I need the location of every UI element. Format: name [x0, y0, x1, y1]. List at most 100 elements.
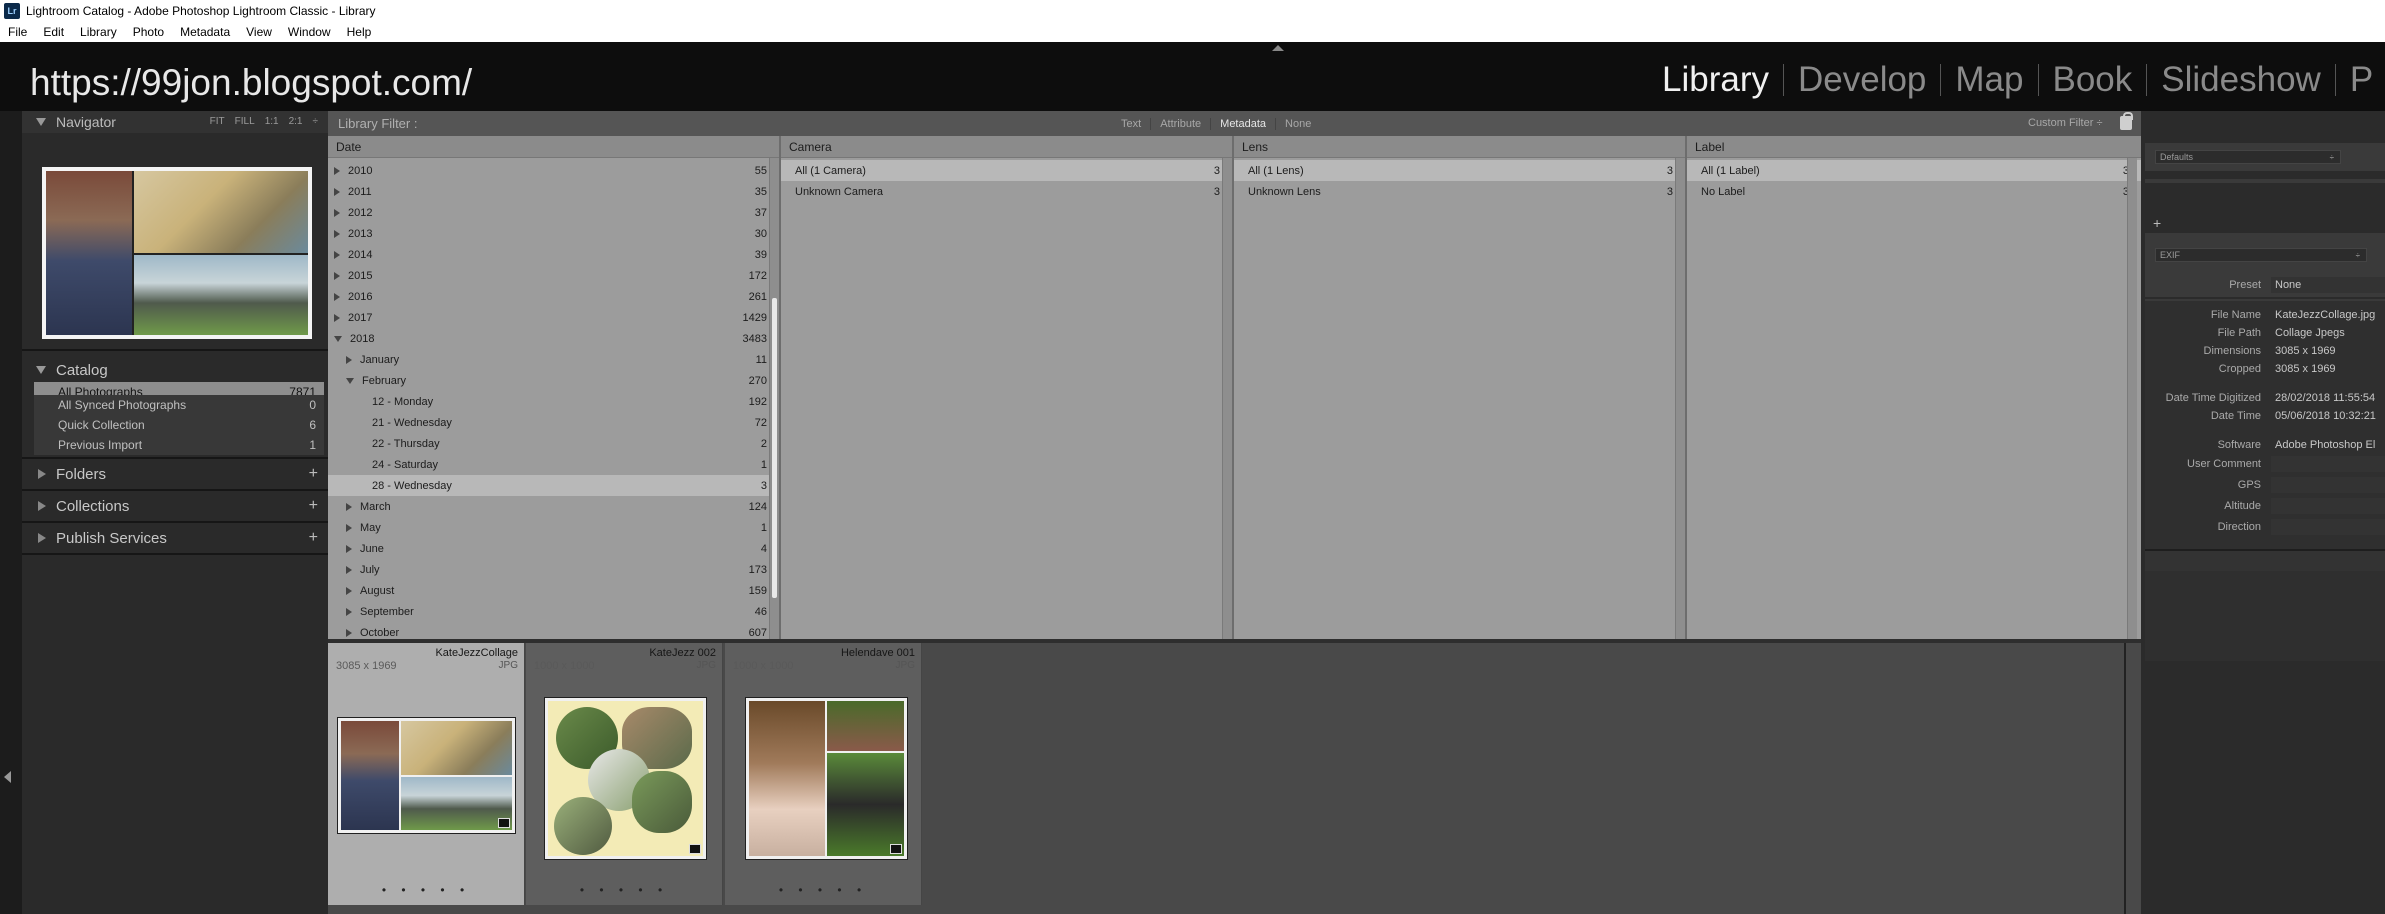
date-row[interactable]: January 11 [328, 349, 779, 370]
collections-header[interactable]: Collections + [22, 491, 328, 521]
meta-value[interactable] [2271, 477, 2385, 493]
label-column-scrollbar[interactable] [2127, 158, 2137, 639]
camera-column-scrollbar[interactable] [1222, 158, 1232, 639]
filter-tab-none[interactable]: None [1275, 117, 1320, 130]
catalog-item-previous-import[interactable]: Previous Import 1 [34, 435, 324, 455]
rating-dots[interactable]: • • • • • [328, 883, 524, 897]
grid-cell[interactable]: KateJezz 002 1000 x 1000 JPG • • • • • [526, 643, 723, 905]
collapsed-triangle-icon[interactable] [334, 166, 340, 175]
meta-value[interactable]: Collage Jpegs [2271, 325, 2385, 341]
preset-dropdown[interactable]: None [2271, 277, 2385, 293]
module-book[interactable]: Book [2053, 60, 2133, 100]
label-row-no-label[interactable]: No Label 3 [1687, 181, 2141, 202]
lens-row-all[interactable]: All (1 Lens) 3 [1234, 160, 1685, 181]
menu-view[interactable]: View [246, 25, 272, 39]
zoom-1-1[interactable]: 1:1 [265, 116, 279, 127]
scroll-thumb[interactable] [772, 298, 777, 598]
date-row[interactable]: 2015 172 [328, 265, 779, 286]
camera-row-unknown[interactable]: Unknown Camera 3 [781, 181, 1232, 202]
date-row[interactable]: February 270 [328, 370, 779, 391]
date-row[interactable]: October 607 [328, 622, 779, 639]
menu-photo[interactable]: Photo [133, 25, 164, 39]
folders-header[interactable]: Folders + [22, 459, 328, 489]
date-row[interactable]: 2011 35 [328, 181, 779, 202]
collapsed-triangle-icon[interactable] [334, 187, 340, 196]
menu-library[interactable]: Library [80, 25, 117, 39]
zoom-2-1[interactable]: 2:1 [289, 116, 303, 127]
filter-tab-attribute[interactable]: Attribute [1150, 117, 1210, 130]
exif-dropdown[interactable]: EXIF ÷ [2155, 248, 2367, 262]
collapsed-triangle-icon[interactable] [346, 502, 352, 511]
zoom-stepper-icon[interactable]: ÷ [313, 116, 319, 127]
expanded-triangle-icon[interactable] [346, 377, 354, 384]
collapsed-triangle-icon[interactable] [334, 292, 340, 301]
publish-services-header[interactable]: Publish Services + [22, 523, 328, 553]
add-publish-service-icon[interactable]: + [309, 529, 318, 547]
lens-column-header[interactable]: Lens [1234, 136, 1685, 158]
collapsed-triangle-icon[interactable] [346, 355, 352, 364]
date-column-header[interactable]: Date [328, 136, 779, 158]
collapsed-triangle-icon[interactable] [346, 628, 352, 637]
date-row[interactable]: March 124 [328, 496, 779, 517]
menu-edit[interactable]: Edit [43, 25, 64, 39]
thumbnail[interactable] [337, 717, 516, 834]
add-collection-icon[interactable]: + [309, 497, 318, 515]
defaults-dropdown[interactable]: Defaults ÷ [2155, 150, 2341, 164]
grid-cell[interactable]: Helendave 001 1000 x 1000 JPG • • • • • [725, 643, 922, 905]
rating-dots[interactable]: • • • • • [725, 883, 921, 897]
date-row[interactable]: August 159 [328, 580, 779, 601]
module-library[interactable]: Library [1662, 60, 1769, 100]
date-row[interactable]: 12 - Monday 192 [328, 391, 779, 412]
zoom-fill[interactable]: FILL [235, 116, 255, 127]
lens-column-scrollbar[interactable] [1675, 158, 1685, 639]
collapsed-triangle-icon[interactable] [334, 250, 340, 259]
filter-tab-text[interactable]: Text [1112, 118, 1150, 130]
collapsed-triangle-icon[interactable] [346, 586, 352, 595]
menu-metadata[interactable]: Metadata [180, 25, 230, 39]
thumbnail[interactable] [544, 697, 707, 860]
date-row[interactable]: 2016 261 [328, 286, 779, 307]
rating-dots[interactable]: • • • • • [526, 883, 722, 897]
label-column-header[interactable]: Label [1687, 136, 2141, 158]
collapsed-triangle-icon[interactable] [346, 523, 352, 532]
module-slideshow[interactable]: Slideshow [2161, 60, 2321, 100]
label-row-all[interactable]: All (1 Label) 3 [1687, 160, 2141, 181]
menu-help[interactable]: Help [347, 25, 372, 39]
grid-cell[interactable]: KateJezzCollage 3085 x 1969 JPG • • • • … [328, 643, 525, 905]
date-row[interactable]: 2013 30 [328, 223, 779, 244]
camera-row-all[interactable]: All (1 Camera) 3 [781, 160, 1232, 181]
date-row[interactable]: May 1 [328, 517, 779, 538]
collapsed-triangle-icon[interactable] [346, 607, 352, 616]
collapse-left-panel-icon[interactable] [4, 771, 11, 783]
date-row[interactable]: 28 - Wednesday 3 [328, 475, 779, 496]
collapsed-triangle-icon[interactable] [334, 208, 340, 217]
module-map[interactable]: Map [1955, 60, 2023, 100]
custom-filter-dropdown[interactable]: Custom Filter ÷ [2028, 117, 2103, 129]
date-row[interactable]: 2014 39 [328, 244, 779, 265]
date-row[interactable]: 22 - Thursday 2 [328, 433, 779, 454]
expanded-triangle-icon[interactable] [334, 335, 342, 342]
catalog-item-all-synced[interactable]: All Synced Photographs 0 [34, 395, 324, 415]
meta-value[interactable] [2271, 498, 2385, 514]
date-row[interactable]: 2017 1429 [328, 307, 779, 328]
date-row[interactable]: 21 - Wednesday 72 [328, 412, 779, 433]
date-column-scrollbar[interactable] [769, 158, 779, 639]
lens-row-unknown[interactable]: Unknown Lens 3 [1234, 181, 1685, 202]
add-folder-icon[interactable]: + [309, 465, 318, 483]
collapsed-triangle-icon[interactable] [346, 544, 352, 553]
filter-tab-metadata[interactable]: Metadata [1210, 117, 1275, 130]
date-row[interactable]: 2012 37 [328, 202, 779, 223]
module-print[interactable]: P [2350, 60, 2373, 100]
collapsed-triangle-icon[interactable] [334, 271, 340, 280]
navigator-header[interactable]: Navigator FIT FILL 1:1 2:1 ÷ [22, 111, 328, 133]
grid-scrollbar[interactable] [2124, 643, 2126, 914]
lock-icon[interactable] [2120, 112, 2133, 130]
date-row[interactable]: June 4 [328, 538, 779, 559]
collapsed-triangle-icon[interactable] [334, 229, 340, 238]
meta-value[interactable] [2271, 519, 2385, 535]
menu-file[interactable]: File [8, 25, 27, 39]
collapse-top-panel-icon[interactable] [1272, 45, 1284, 51]
thumbnail[interactable] [745, 697, 908, 860]
meta-value[interactable] [2271, 456, 2385, 472]
catalog-item-quick-collection[interactable]: Quick Collection 6 [34, 415, 324, 435]
